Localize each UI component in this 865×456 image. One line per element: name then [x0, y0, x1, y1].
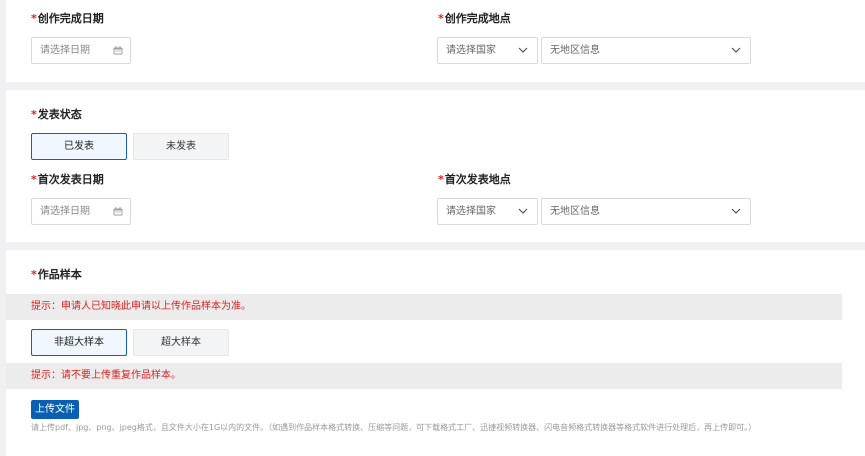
required-mark: *	[31, 108, 37, 121]
first-publish-date-picker[interactable]: 请选择日期	[31, 198, 131, 225]
creation-date-label: *创作完成日期	[31, 12, 104, 25]
creation-region-select[interactable]: 无地区信息	[541, 37, 751, 64]
region-placeholder: 无地区信息	[550, 206, 600, 217]
calendar-icon	[113, 207, 123, 216]
chevron-down-icon	[731, 47, 741, 53]
required-mark: *	[31, 12, 37, 25]
sample-notice-duplicate: 提示：请不要上传重复作品样本。	[6, 363, 842, 389]
first-publish-place-label: *首次发表地点	[438, 173, 511, 186]
published-option[interactable]: 已发表	[31, 133, 127, 160]
sample-notice-upload: 提示：申请人已知晓此申请以上传作品样本为准。	[6, 294, 842, 320]
upload-hint: 请上传pdf、jpg、png、jpeg格式，且文件大小在1G以内的文件。（如遇到…	[31, 423, 757, 432]
required-mark: *	[31, 173, 37, 186]
upload-file-button[interactable]: 上传文件	[31, 400, 79, 419]
calendar-icon	[113, 46, 123, 55]
required-mark: *	[31, 268, 37, 281]
creation-date-placeholder: 请选择日期	[40, 45, 90, 56]
required-mark: *	[438, 12, 444, 25]
creation-section: *创作完成日期 请选择日期 *创作完成地点 请选择国家 无地区信息	[6, 0, 865, 82]
country-placeholder: 请选择国家	[446, 45, 496, 56]
creation-country-select[interactable]: 请选择国家	[437, 37, 538, 64]
first-publish-region-select[interactable]: 无地区信息	[541, 198, 751, 225]
creation-date-picker[interactable]: 请选择日期	[31, 37, 131, 64]
publish-section: *发表状态 已发表 未发表 *首次发表日期 请选择日期 *首次发表地点 请选择国…	[6, 90, 865, 242]
creation-place-label: *创作完成地点	[438, 12, 511, 25]
chevron-down-icon	[518, 208, 528, 214]
first-publish-date-placeholder: 请选择日期	[40, 206, 90, 217]
sample-section: *作品样本 提示：申请人已知晓此申请以上传作品样本为准。 非超大样本 超大样本 …	[6, 250, 865, 456]
sample-label: *作品样本	[31, 268, 82, 281]
unpublished-option[interactable]: 未发表	[133, 133, 229, 160]
country-placeholder: 请选择国家	[446, 206, 496, 217]
first-publish-country-select[interactable]: 请选择国家	[437, 198, 538, 225]
first-publish-date-label: *首次发表日期	[31, 173, 104, 186]
region-placeholder: 无地区信息	[550, 45, 600, 56]
chevron-down-icon	[518, 47, 528, 53]
chevron-down-icon	[731, 208, 741, 214]
publish-status-label: *发表状态	[31, 108, 82, 121]
non-oversized-sample-option[interactable]: 非超大样本	[31, 329, 127, 356]
oversized-sample-option[interactable]: 超大样本	[133, 329, 229, 356]
required-mark: *	[438, 173, 444, 186]
